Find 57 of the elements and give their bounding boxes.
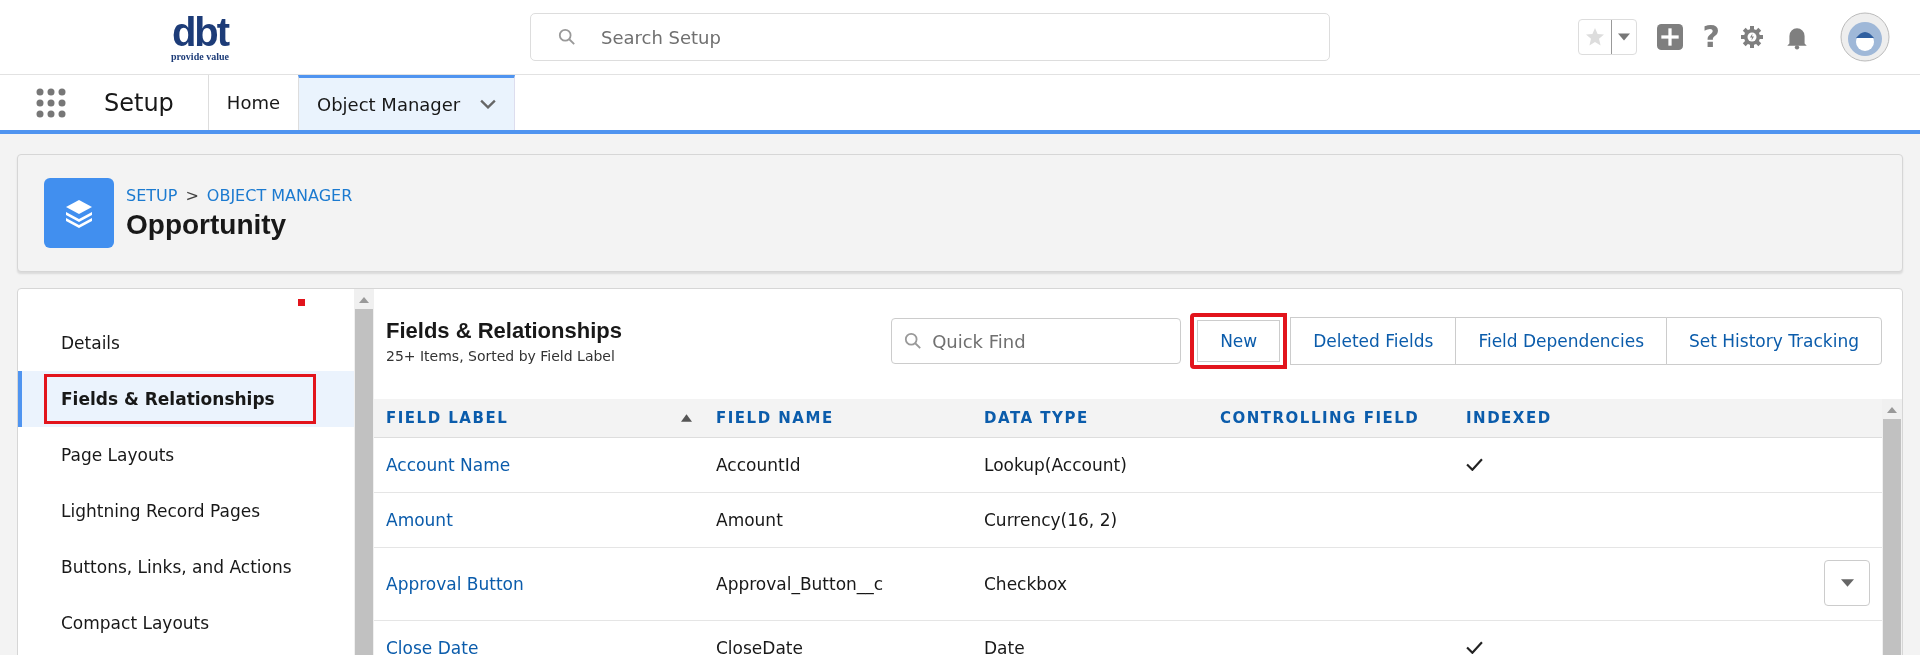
sidebar-item[interactable]: Lightning Record Pages [18, 483, 354, 539]
action-button[interactable]: Set History Tracking [1666, 317, 1882, 365]
search-icon [558, 28, 576, 46]
table-scrollbar[interactable] [1882, 399, 1902, 655]
help-icon[interactable]: ? [1702, 22, 1720, 52]
field-link[interactable]: Approval Button [386, 574, 524, 594]
scroll-up-icon[interactable] [1887, 407, 1897, 413]
search-field[interactable]: Search Setup [530, 13, 1330, 61]
app-name: Setup [104, 88, 174, 117]
sidebar-item[interactable]: Compact Layouts [18, 595, 354, 651]
column-header[interactable]: CONTROLLING FIELD [1208, 399, 1454, 438]
logo-text: dbt [171, 12, 229, 51]
field-link[interactable]: Close Date [386, 638, 479, 655]
table-cell: Approval_Button__c [716, 574, 884, 594]
breadcrumb-link[interactable]: SETUP [126, 185, 178, 205]
sidebar-item[interactable]: Details [18, 315, 354, 371]
column-header[interactable]: FIELD NAME [704, 399, 972, 438]
favorites-button[interactable] [1577, 19, 1637, 55]
breadcrumb-link[interactable]: OBJECT MANAGER [206, 185, 353, 205]
object-title: Opportunity [126, 208, 288, 241]
caret-down-icon [1840, 579, 1854, 587]
sort-ascending-icon[interactable] [681, 414, 692, 422]
table-cell: Currency(16, 2) [984, 510, 1118, 530]
action-button[interactable]: New [1190, 313, 1288, 369]
panel-title: Fields & Relationships [386, 318, 622, 344]
breadcrumb-separator: > [185, 185, 199, 205]
caret-icon [1617, 33, 1630, 41]
quick-find-field[interactable]: Quick Find [891, 318, 1182, 364]
search-icon [904, 332, 923, 350]
table-cell: Checkbox [984, 574, 1068, 594]
column-header[interactable]: DATA TYPE [972, 399, 1208, 438]
chevron-down-icon[interactable] [480, 99, 497, 109]
column-header[interactable]: INDEXED [1454, 399, 1882, 438]
action-button[interactable]: Field Dependencies [1455, 317, 1667, 365]
logo-tagline: provide value [171, 50, 229, 62]
panel-subtitle: 25+ Items, Sorted by Field Label [386, 348, 616, 364]
column-header[interactable]: FIELD LABEL [374, 399, 704, 438]
table-cell: Date [984, 638, 1025, 655]
row-menu-button[interactable] [1824, 560, 1870, 606]
avatar-icon[interactable] [1840, 12, 1890, 62]
scroll-up-icon[interactable] [359, 297, 369, 303]
sidebar-item[interactable]: Fields & Relationships [18, 371, 354, 427]
scrollbar[interactable] [354, 289, 374, 655]
action-button[interactable]: Deleted Fields [1290, 317, 1457, 365]
table-cell: AccountId [716, 455, 801, 475]
sidebar-item[interactable]: Buttons, Links, and Actions [18, 539, 354, 595]
table-cell: CloseDate [716, 638, 803, 655]
sidebar-item[interactable]: Page Layouts [18, 427, 354, 483]
field-link[interactable]: Account Name [386, 455, 511, 475]
table-cell: Lookup(Account) [984, 455, 1127, 475]
add-icon[interactable] [1656, 24, 1683, 50]
star-icon [1584, 27, 1605, 47]
app-launcher-icon[interactable] [36, 87, 66, 118]
table-cell: Amount [716, 510, 783, 530]
field-link[interactable]: Amount [386, 510, 453, 530]
layers-icon [44, 178, 114, 248]
nav-tab[interactable]: Object Manager [298, 75, 516, 130]
